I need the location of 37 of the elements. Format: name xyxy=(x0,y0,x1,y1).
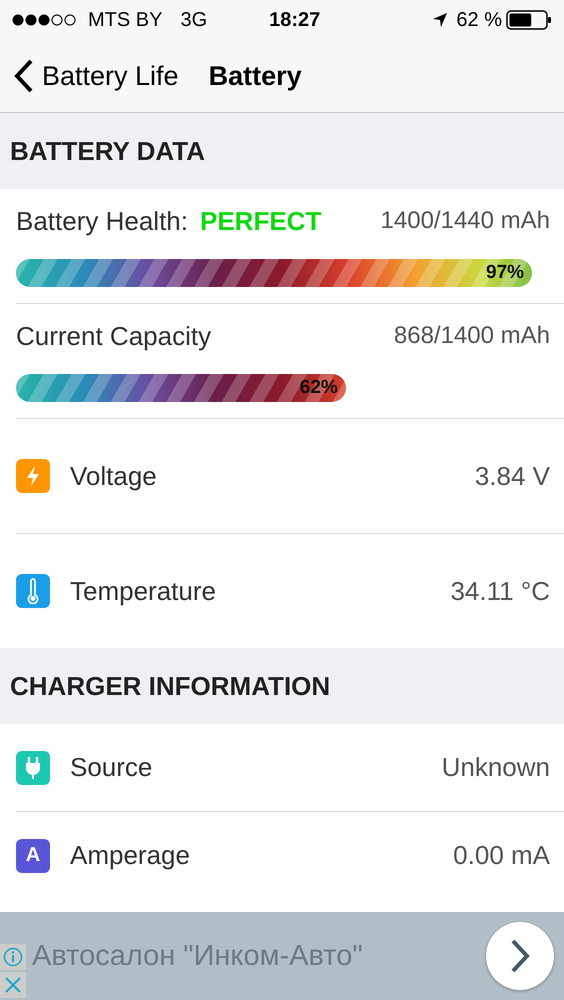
row-value: 34.11 °C xyxy=(450,576,550,606)
close-button[interactable] xyxy=(0,972,26,998)
row-value: 868/1400 mAh xyxy=(394,322,550,350)
network-type: 3G xyxy=(180,8,208,32)
chevron-right-icon xyxy=(510,939,530,973)
next-button[interactable] xyxy=(486,922,554,990)
battery-icon xyxy=(506,10,552,30)
progress-fill: 97% xyxy=(16,258,532,286)
letter-icon: A xyxy=(16,838,50,872)
row-label: Source xyxy=(70,752,152,783)
lightning-icon xyxy=(24,465,42,487)
section-header: BATTERY DATA xyxy=(0,113,564,189)
row-label: Battery Health: xyxy=(16,206,188,236)
ad-text: Автосалон "Инком-Авто" xyxy=(32,940,363,972)
row-value: 3.84 V xyxy=(474,460,550,492)
row-value: Unknown xyxy=(442,752,550,783)
row-label: Current Capacity xyxy=(16,320,212,350)
row-value: 1400/1440 mAh xyxy=(380,207,550,235)
health-status: PERFECT xyxy=(200,206,322,236)
info-button[interactable] xyxy=(0,944,26,970)
location-arrow-icon xyxy=(432,12,448,28)
clock-time: 18:27 xyxy=(269,8,320,32)
progress-fill: 62% xyxy=(16,374,346,402)
close-icon xyxy=(4,976,22,994)
page-title: Battery xyxy=(208,60,302,92)
section-header: CHARGER INFORMATION xyxy=(0,648,564,724)
row-value: 0.00 mA xyxy=(453,840,550,871)
carrier-name: MTS BY xyxy=(88,8,162,32)
row-label: Temperature xyxy=(70,576,216,606)
info-icon xyxy=(3,947,23,967)
plug-icon xyxy=(23,756,43,780)
battery-percent: 62 % xyxy=(456,8,502,32)
back-link[interactable]: Battery Life xyxy=(14,59,179,93)
chevron-left-icon xyxy=(14,59,34,93)
row-label: Voltage xyxy=(70,460,157,492)
row-label: Amperage xyxy=(70,840,190,871)
thermometer-icon xyxy=(26,578,40,604)
